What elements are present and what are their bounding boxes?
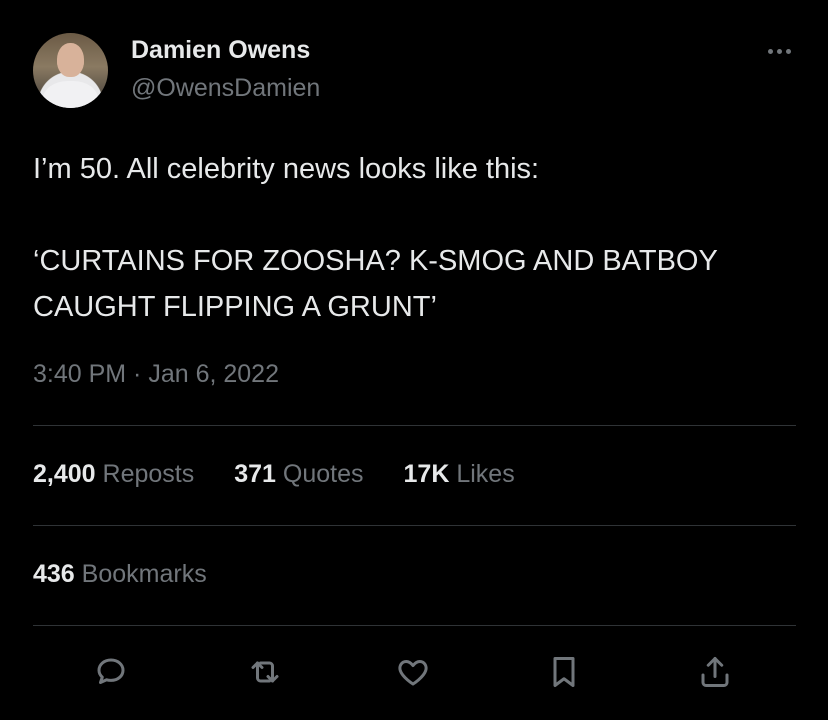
avatar[interactable] <box>33 33 108 108</box>
likes-stat[interactable]: 17K Likes <box>404 460 515 489</box>
tweet-line: ‘CURTAINS FOR ZOOSHA? K-SMOG AND BATBOY <box>33 245 718 277</box>
reply-button[interactable] <box>89 650 133 694</box>
more-dot-icon <box>767 48 773 54</box>
more-dot-icon <box>785 48 791 54</box>
divider <box>33 425 796 426</box>
bookmark-icon <box>553 657 575 687</box>
tweet-line: I’m 50. All celebrity news looks like th… <box>33 153 540 185</box>
reposts-stat[interactable]: 2,400 Reposts <box>33 460 194 489</box>
share-icon <box>701 657 729 687</box>
bookmark-button[interactable] <box>542 650 586 694</box>
quotes-stat[interactable]: 371 Quotes <box>234 460 363 489</box>
quotes-count: 371 <box>234 460 276 488</box>
action-bar <box>0 650 828 694</box>
divider <box>33 625 796 626</box>
likes-label: Likes <box>456 460 515 488</box>
engagement-stats: 2,400 Reposts 371 Quotes 17K Likes <box>33 460 515 489</box>
divider <box>33 525 796 526</box>
quotes-label: Quotes <box>282 460 364 488</box>
tweet-line: CAUGHT FLIPPING A GRUNT’ <box>33 291 437 323</box>
avatar-shirt <box>43 81 98 108</box>
like-button[interactable] <box>391 650 435 694</box>
bookmarks-count: 436 <box>33 560 75 588</box>
likes-count: 17K <box>403 460 450 488</box>
author-display-name[interactable]: Damien Owens <box>131 36 310 65</box>
like-icon <box>398 660 428 686</box>
bookmarks-label: Bookmarks <box>81 560 207 588</box>
author-handle[interactable]: @OwensDamien <box>131 74 320 103</box>
avatar-face <box>57 43 84 77</box>
bookmarks-stat[interactable]: 436 Bookmarks <box>33 560 207 589</box>
reply-icon <box>97 658 125 684</box>
tweet-text: I’m 50. All celebrity news looks like th… <box>33 146 793 330</box>
share-button[interactable] <box>693 650 737 694</box>
more-options-button[interactable] <box>762 36 796 66</box>
repost-button[interactable] <box>243 650 287 694</box>
more-dot-icon <box>776 48 782 54</box>
reposts-label: Reposts <box>102 460 195 488</box>
tweet-timestamp[interactable]: 3:40 PM · Jan 6, 2022 <box>33 360 279 389</box>
reposts-count: 2,400 <box>33 460 96 488</box>
repost-icon <box>251 661 279 683</box>
